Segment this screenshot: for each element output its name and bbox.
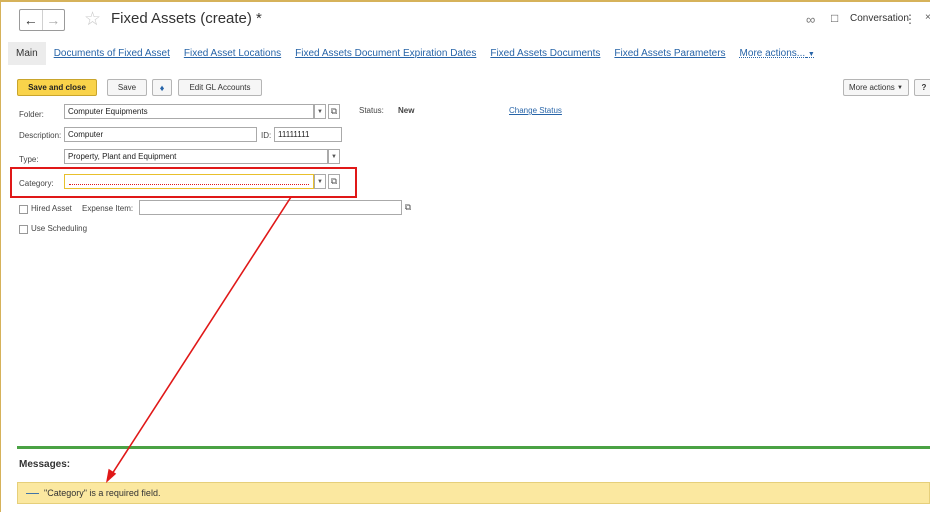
annotation-arrow — [106, 196, 292, 483]
annotation-arrow-line — [111, 196, 292, 475]
